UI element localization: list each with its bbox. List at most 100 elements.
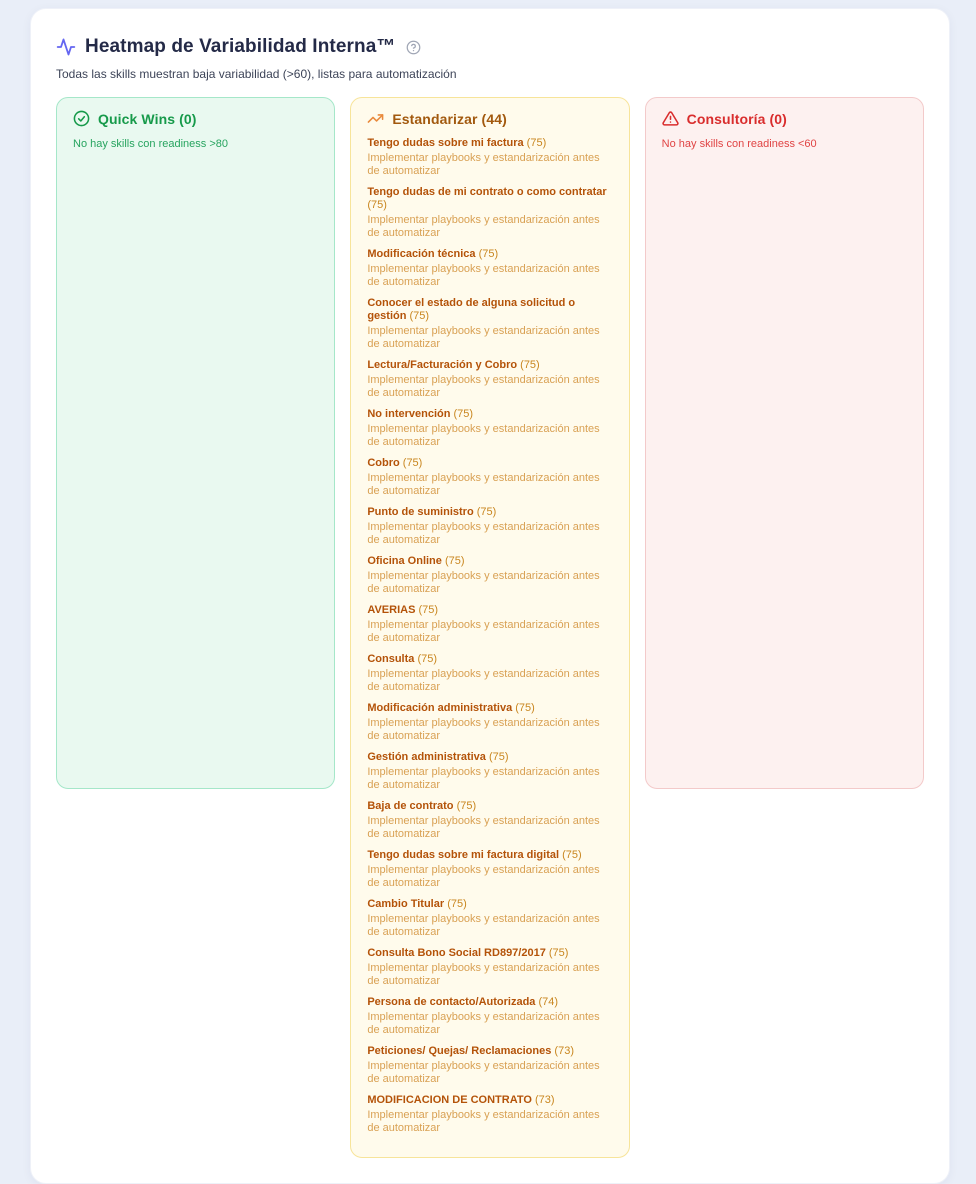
skill-score: (75) [515, 702, 535, 714]
skill-name: Modificación técnica [367, 248, 475, 260]
skill-name: Gestión administrativa [367, 751, 486, 763]
skill-note: Implementar playbooks y estandarización … [367, 766, 612, 792]
skill-title-row: No intervención (75) [367, 408, 612, 421]
skill-score: (73) [535, 1094, 555, 1106]
column-estandarizar-header: Estandarizar (44) [367, 110, 612, 127]
skill-note: Implementar playbooks y estandarización … [367, 374, 612, 400]
skill-note: Implementar playbooks y estandarización … [367, 152, 612, 178]
skill-note: Implementar playbooks y estandarización … [367, 619, 612, 645]
skill-title-row: Cobro (75) [367, 457, 612, 470]
check-circle-icon [73, 110, 90, 127]
skill-score: (75) [562, 849, 582, 861]
skill-note: Implementar playbooks y estandarización … [367, 521, 612, 547]
page-subtitle: Todas las skills muestran baja variabili… [56, 66, 924, 82]
skill-score: (75) [367, 199, 387, 211]
skill-list: Tengo dudas sobre mi factura (75) Implem… [367, 137, 612, 1135]
skill-name: No intervención [367, 408, 450, 420]
skill-title-row: Lectura/Facturación y Cobro (75) [367, 359, 612, 372]
skill-item: Modificación administrativa (75) Impleme… [367, 702, 612, 743]
skill-title-row: Modificación administrativa (75) [367, 702, 612, 715]
skill-name: MODIFICACION DE CONTRATO [367, 1094, 532, 1106]
column-quick-wins-header: Quick Wins (0) [73, 110, 318, 127]
skill-title-row: Tengo dudas de mi contrato o como contra… [367, 186, 612, 212]
skill-title-row: Tengo dudas sobre mi factura digital (75… [367, 849, 612, 862]
skill-name: Tengo dudas sobre mi factura [367, 137, 523, 149]
skill-score: (75) [520, 359, 540, 371]
skill-score: (75) [410, 310, 430, 322]
skill-title-row: Baja de contrato (75) [367, 800, 612, 813]
skill-title-row: Modificación técnica (75) [367, 248, 612, 261]
skill-note: Implementar playbooks y estandarización … [367, 1060, 612, 1086]
skill-name: AVERIAS [367, 604, 415, 616]
skill-title-row: MODIFICACION DE CONTRATO (73) [367, 1094, 612, 1107]
column-quick-wins: Quick Wins (0) No hay skills con readine… [56, 97, 335, 789]
skill-note: Implementar playbooks y estandarización … [367, 263, 612, 289]
skill-score: (75) [447, 898, 467, 910]
skill-note: Implementar playbooks y estandarización … [367, 668, 612, 694]
skill-title-row: Peticiones/ Quejas/ Reclamaciones (73) [367, 1045, 612, 1058]
skill-note: Implementar playbooks y estandarización … [367, 1109, 612, 1135]
skill-name: Tengo dudas de mi contrato o como contra… [367, 186, 606, 198]
skill-name: Oficina Online [367, 555, 442, 567]
skill-note: Implementar playbooks y estandarización … [367, 864, 612, 890]
skill-item: AVERIAS (75) Implementar playbooks y est… [367, 604, 612, 645]
skill-name: Modificación administrativa [367, 702, 512, 714]
column-estandarizar-title: Estandarizar (44) [392, 111, 507, 127]
skill-name: Conocer el estado de alguna solicitud o … [367, 297, 575, 322]
skill-item: Cobro (75) Implementar playbooks y estan… [367, 457, 612, 498]
activity-pulse-icon [56, 37, 76, 57]
skill-score: (75) [457, 800, 477, 812]
skill-title-row: Gestión administrativa (75) [367, 751, 612, 764]
column-consultoria: Consultoría (0) No hay skills con readin… [645, 97, 924, 789]
skill-score: (75) [477, 506, 497, 518]
skill-item: Oficina Online (75) Implementar playbook… [367, 555, 612, 596]
skill-score: (75) [489, 751, 509, 763]
card-header: Heatmap de Variabilidad Interna™ [56, 34, 924, 60]
skill-title-row: Cambio Titular (75) [367, 898, 612, 911]
consultoria-empty-message: No hay skills con readiness <60 [662, 137, 907, 151]
skill-item: Consulta Bono Social RD897/2017 (75) Imp… [367, 947, 612, 988]
skill-item: No intervención (75) Implementar playboo… [367, 408, 612, 449]
skill-note: Implementar playbooks y estandarización … [367, 214, 612, 240]
skill-name: Cobro [367, 457, 399, 469]
skill-note: Implementar playbooks y estandarización … [367, 913, 612, 939]
skill-note: Implementar playbooks y estandarización … [367, 472, 612, 498]
skill-score: (74) [538, 996, 558, 1008]
skill-title-row: Consulta Bono Social RD897/2017 (75) [367, 947, 612, 960]
heatmap-card: Heatmap de Variabilidad Interna™ Todas l… [30, 8, 950, 1184]
skill-note: Implementar playbooks y estandarización … [367, 717, 612, 743]
skill-item: Conocer el estado de alguna solicitud o … [367, 297, 612, 351]
skill-note: Implementar playbooks y estandarización … [367, 962, 612, 988]
skill-item: Persona de contacto/Autorizada (74) Impl… [367, 996, 612, 1037]
skill-score: (75) [445, 555, 465, 567]
skill-item: Gestión administrativa (75) Implementar … [367, 751, 612, 792]
column-quick-wins-title: Quick Wins (0) [98, 111, 197, 127]
skill-note: Implementar playbooks y estandarización … [367, 570, 612, 596]
skill-name: Consulta [367, 653, 414, 665]
skill-item: Lectura/Facturación y Cobro (75) Impleme… [367, 359, 612, 400]
skill-name: Consulta Bono Social RD897/2017 [367, 947, 546, 959]
skill-title-row: Oficina Online (75) [367, 555, 612, 568]
skill-name: Punto de suministro [367, 506, 473, 518]
skill-title-row: Persona de contacto/Autorizada (74) [367, 996, 612, 1009]
skill-title-row: Consulta (75) [367, 653, 612, 666]
quick-wins-empty-message: No hay skills con readiness >80 [73, 137, 318, 151]
skill-name: Lectura/Facturación y Cobro [367, 359, 517, 371]
skill-name: Peticiones/ Quejas/ Reclamaciones [367, 1045, 551, 1057]
trending-up-icon [367, 110, 384, 127]
skill-score: (75) [479, 248, 499, 260]
skill-score: (75) [454, 408, 474, 420]
skill-name: Cambio Titular [367, 898, 444, 910]
skill-item: Peticiones/ Quejas/ Reclamaciones (73) I… [367, 1045, 612, 1086]
skill-title-row: Tengo dudas sobre mi factura (75) [367, 137, 612, 150]
skill-score: (73) [554, 1045, 574, 1057]
help-circle-icon[interactable] [406, 40, 421, 55]
heatmap-grid: Quick Wins (0) No hay skills con readine… [56, 97, 924, 1158]
skill-item: Consulta (75) Implementar playbooks y es… [367, 653, 612, 694]
skill-item: Tengo dudas sobre mi factura digital (75… [367, 849, 612, 890]
skill-score: (75) [403, 457, 423, 469]
alert-triangle-icon [662, 110, 679, 127]
skill-item: Modificación técnica (75) Implementar pl… [367, 248, 612, 289]
skill-item: Tengo dudas de mi contrato o como contra… [367, 186, 612, 240]
skill-name: Persona de contacto/Autorizada [367, 996, 535, 1008]
